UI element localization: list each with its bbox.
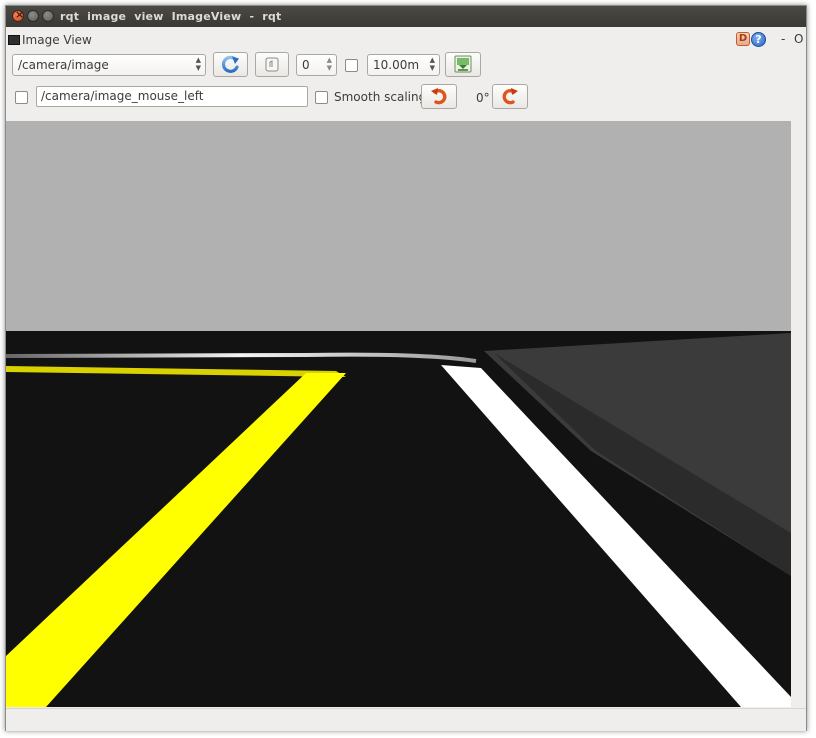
help-icon[interactable]: ? bbox=[751, 32, 766, 47]
smooth-scaling-checkbox[interactable] bbox=[315, 91, 328, 104]
rotate-left-icon bbox=[431, 88, 447, 105]
title-bar[interactable]: rqt image view ImageView - rqt bbox=[6, 6, 806, 27]
refresh-icon bbox=[221, 55, 239, 73]
plugin-header: Image View D ? - O bbox=[6, 29, 806, 51]
plugin-title: Image View bbox=[22, 33, 92, 47]
close-window-button[interactable] bbox=[12, 8, 24, 22]
max-depth-spinbox[interactable]: 10.00m ▲ ▼ bbox=[367, 54, 440, 76]
image-view-icon bbox=[8, 35, 20, 45]
sky-region bbox=[6, 121, 791, 331]
minimize-plugin-button[interactable]: - bbox=[781, 32, 785, 46]
status-bar bbox=[6, 708, 806, 731]
save-image-button[interactable] bbox=[445, 52, 481, 77]
mouse-topic-input[interactable]: /camera/image_mouse_left bbox=[36, 86, 308, 107]
mouse-topic-input-value: /camera/image_mouse_left bbox=[41, 89, 204, 103]
chevron-updown-icon: ▲ ▼ bbox=[195, 56, 201, 72]
dynamic-range-checkbox[interactable] bbox=[345, 59, 358, 72]
topic-select[interactable]: /camera/image ▲ ▼ bbox=[12, 54, 206, 76]
camera-image-view[interactable] bbox=[6, 121, 791, 707]
topic-select-value: /camera/image bbox=[18, 58, 109, 72]
zoom-spinbox-value: 0 bbox=[302, 58, 310, 72]
rotation-label: 0° bbox=[476, 91, 490, 105]
zoom-fit-button[interactable] bbox=[255, 52, 289, 77]
float-plugin-button[interactable]: O bbox=[794, 32, 803, 46]
smooth-scaling-label: Smooth scaling bbox=[334, 90, 427, 104]
maximize-window-button[interactable] bbox=[42, 10, 54, 22]
debug-d-icon[interactable]: D bbox=[736, 32, 750, 46]
publish-mouse-checkbox[interactable] bbox=[15, 91, 28, 104]
rotate-right-icon bbox=[502, 88, 518, 105]
minimize-window-button[interactable] bbox=[27, 10, 39, 22]
rotate-left-button[interactable] bbox=[421, 84, 457, 109]
spin-arrows-icon[interactable]: ▲ ▼ bbox=[327, 56, 332, 72]
save-image-icon bbox=[454, 55, 472, 73]
max-depth-value: 10.00m bbox=[373, 58, 420, 72]
spin-arrows-icon[interactable]: ▲ ▼ bbox=[430, 56, 435, 72]
rqt-window: rqt image view ImageView - rqt Image Vie… bbox=[5, 5, 807, 731]
refresh-topics-button[interactable] bbox=[213, 52, 248, 77]
rotate-right-button[interactable] bbox=[492, 84, 528, 109]
zoom-fit-icon bbox=[265, 57, 279, 72]
window-title: rqt image view ImageView - rqt bbox=[60, 10, 282, 23]
zoom-spinbox[interactable]: 0 ▲ ▼ bbox=[296, 54, 337, 76]
